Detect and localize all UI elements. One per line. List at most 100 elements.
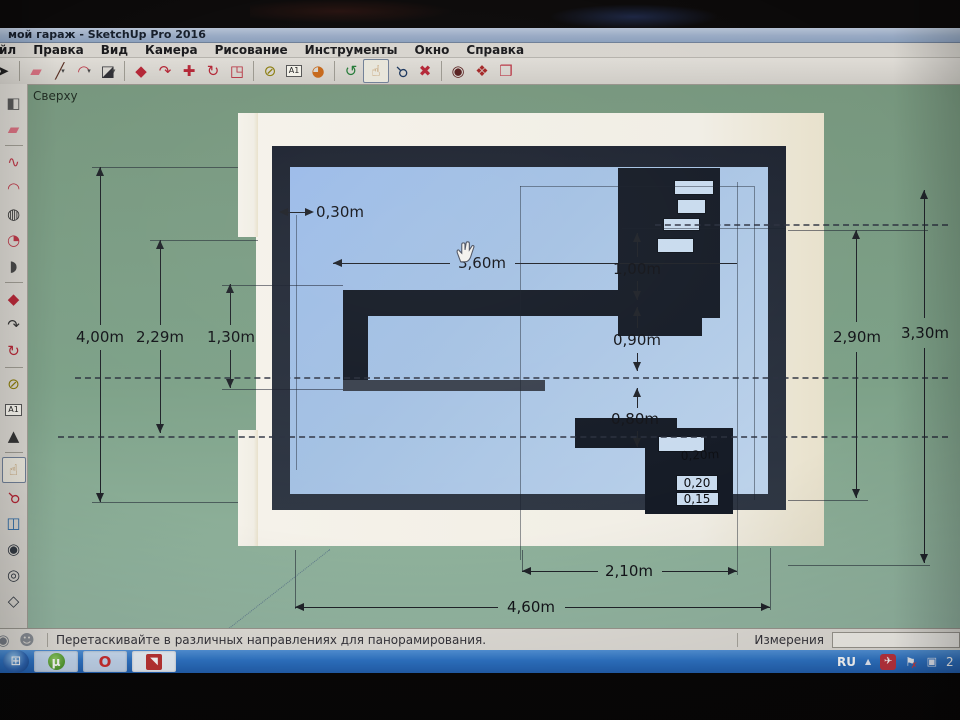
- text-tool-icon: A1: [285, 65, 303, 77]
- push-pull-tool-button[interactable]: ◆: [3, 287, 25, 311]
- menu-item-окно[interactable]: Окно: [415, 43, 450, 57]
- language-indicator[interactable]: RU: [837, 655, 856, 669]
- orbit-tool-button[interactable]: ↺: [339, 60, 363, 82]
- menu-item-инструменты[interactable]: Инструменты: [305, 43, 398, 57]
- dim-arrow: [295, 603, 304, 611]
- eraser-tool-button[interactable]: ▰: [3, 117, 25, 141]
- dim-label-step-run: 0,15: [683, 492, 711, 506]
- tape-measure-tool-button[interactable]: ⊘: [3, 372, 25, 396]
- pan-tool-button[interactable]: ☝: [363, 59, 389, 83]
- send-to-layout-icon: ❒: [499, 61, 513, 80]
- select-tool-button[interactable]: ➤: [0, 60, 15, 82]
- pan-tool-button[interactable]: ☝: [1, 457, 26, 483]
- look-around-tool-icon: ◎: [6, 565, 21, 584]
- dim-line: [295, 607, 498, 608]
- dim-line: [856, 352, 857, 498]
- paint-bucket-tool-button[interactable]: ◕: [306, 60, 330, 82]
- tape-measure-tool-icon: ⊘: [263, 61, 277, 80]
- send-to-layout-button[interactable]: ❒: [494, 60, 518, 82]
- zoom-extents-tool-button[interactable]: ✖: [413, 60, 437, 82]
- monitor-photo: Сверху 4,00m 2,29m 1,30m 2,90m 3,30m 0,3…: [0, 0, 960, 720]
- dim-arrow: [96, 493, 104, 502]
- text-tool-button[interactable]: A1: [282, 60, 306, 82]
- freehand-tool-button[interactable]: ∿: [3, 150, 25, 174]
- polygon-tool-button[interactable]: ◗: [3, 254, 25, 278]
- look-around-tool-button[interactable]: ◎: [3, 563, 25, 587]
- shapes-tool-button[interactable]: ◧: [3, 91, 25, 115]
- stair-step: [674, 180, 714, 195]
- dashed-axis-line: [58, 436, 948, 438]
- rectangle-tool-button[interactable]: ◪ ▾: [96, 60, 120, 82]
- arc-tool-button[interactable]: ◠: [3, 176, 25, 200]
- menu-item-файл[interactable]: Файл: [0, 43, 16, 57]
- opera-taskbar-button[interactable]: O: [83, 651, 127, 672]
- dim-label-step: 0,20m: [680, 447, 720, 463]
- window-title: мой гараж - SketchUp Pro 2016: [8, 28, 206, 41]
- status-hint-text: Перетаскивайте в различных направлениях …: [56, 633, 487, 647]
- geolocation-status-icon: ◉: [0, 630, 10, 649]
- dim-arrow: [852, 489, 860, 498]
- guide-line: [520, 186, 521, 560]
- menu-item-рисование[interactable]: Рисование: [215, 43, 288, 57]
- monitor-bezel-bottom: [0, 673, 960, 720]
- eraser-tool-button[interactable]: ▰: [24, 60, 48, 82]
- zoom-window-tool-button[interactable]: ◫: [3, 511, 25, 535]
- move-tool-button[interactable]: ✚: [177, 60, 201, 82]
- walk-tool-button[interactable]: ❖: [470, 60, 494, 82]
- utorrent-taskbar-button[interactable]: µ: [34, 651, 78, 672]
- circle-tool-icon: ◍: [6, 204, 21, 223]
- dim-label-left-notch: 1,30m: [206, 328, 256, 346]
- measurements-input[interactable]: [832, 632, 960, 648]
- menu-item-камера[interactable]: Камера: [145, 43, 198, 57]
- sketchup-taskbar-button-icon: ◥: [146, 653, 162, 670]
- dim-label-wall-thickness: 0,30m: [316, 203, 365, 221]
- dropdown-arrow-icon[interactable]: ▾: [112, 67, 116, 75]
- dropdown-arrow-icon[interactable]: ▾: [87, 67, 91, 75]
- dim-arrow: [633, 233, 641, 242]
- rotate-tool-button[interactable]: ↻: [3, 339, 25, 363]
- orbit-tool-button[interactable]: ◉: [3, 537, 25, 561]
- follow-me-tool-button[interactable]: ↷: [153, 60, 177, 82]
- sketchup-taskbar-button[interactable]: ◥: [132, 651, 176, 672]
- menu-item-правка[interactable]: Правка: [33, 43, 84, 57]
- view-name-label: Сверху: [33, 89, 78, 103]
- zoom-tool-button[interactable]: ⚲: [3, 485, 25, 509]
- push-pull-tool-button[interactable]: ◆: [129, 60, 153, 82]
- window-title-bar[interactable]: мой гараж - SketchUp Pro 2016: [0, 28, 960, 43]
- taskbar-clock[interactable]: 2: [946, 655, 960, 669]
- circle-tool-button[interactable]: ◍: [3, 202, 25, 226]
- pan-tool-icon: ☝: [8, 460, 19, 479]
- red-app-tray-icon[interactable]: ✈: [880, 653, 897, 670]
- start-button[interactable]: ⊞: [3, 650, 29, 673]
- dim-arrow: [226, 379, 234, 388]
- toolbar-separator: [4, 145, 23, 146]
- menu-item-справка[interactable]: Справка: [466, 43, 524, 57]
- arc-tool-button[interactable]: ◠ ▾: [72, 60, 96, 82]
- section-plane-tool-button[interactable]: ◇: [3, 589, 25, 613]
- tape-measure-tool-button[interactable]: ⊘: [258, 60, 282, 82]
- show-hidden-icons-chevron[interactable]: ▲: [865, 657, 871, 666]
- toolbar-separator: [253, 61, 254, 81]
- rotate-tool-icon: ↻: [206, 61, 220, 80]
- rotate-tool-button[interactable]: ↻: [201, 60, 225, 82]
- dim-label-left-outer: 4,00m: [75, 328, 125, 346]
- zoom-tool-button[interactable]: ⚲: [389, 60, 413, 82]
- dim-arrow: [333, 259, 342, 267]
- zoom-tool-icon: ⚲: [3, 487, 25, 508]
- extension-line: [295, 550, 296, 609]
- text-tool-button[interactable]: A1: [3, 398, 25, 422]
- arc-tool-icon: ◠: [6, 178, 21, 197]
- position-camera-tool-button[interactable]: ◉: [446, 60, 470, 82]
- move-tool-icon: ✚: [182, 61, 196, 80]
- menu-item-вид[interactable]: Вид: [101, 43, 128, 57]
- drawing-canvas[interactable]: Сверху 4,00m 2,29m 1,30m 2,90m 3,30m 0,3…: [0, 0, 960, 628]
- follow-me-tool-button[interactable]: ↷: [3, 313, 25, 337]
- dim-label-left-mid: 2,29m: [135, 328, 185, 346]
- extension-line: [92, 167, 238, 168]
- network-tray-icon[interactable]: ▣: [927, 655, 937, 668]
- dropdown-arrow-icon[interactable]: ▾: [61, 67, 65, 75]
- pie-tool-button[interactable]: ◔: [3, 228, 25, 252]
- line-tool-button[interactable]: ╱ ▾: [48, 60, 72, 82]
- add-location-tool-button[interactable]: ▲: [3, 424, 25, 448]
- offset-tool-button[interactable]: ◳: [225, 60, 249, 82]
